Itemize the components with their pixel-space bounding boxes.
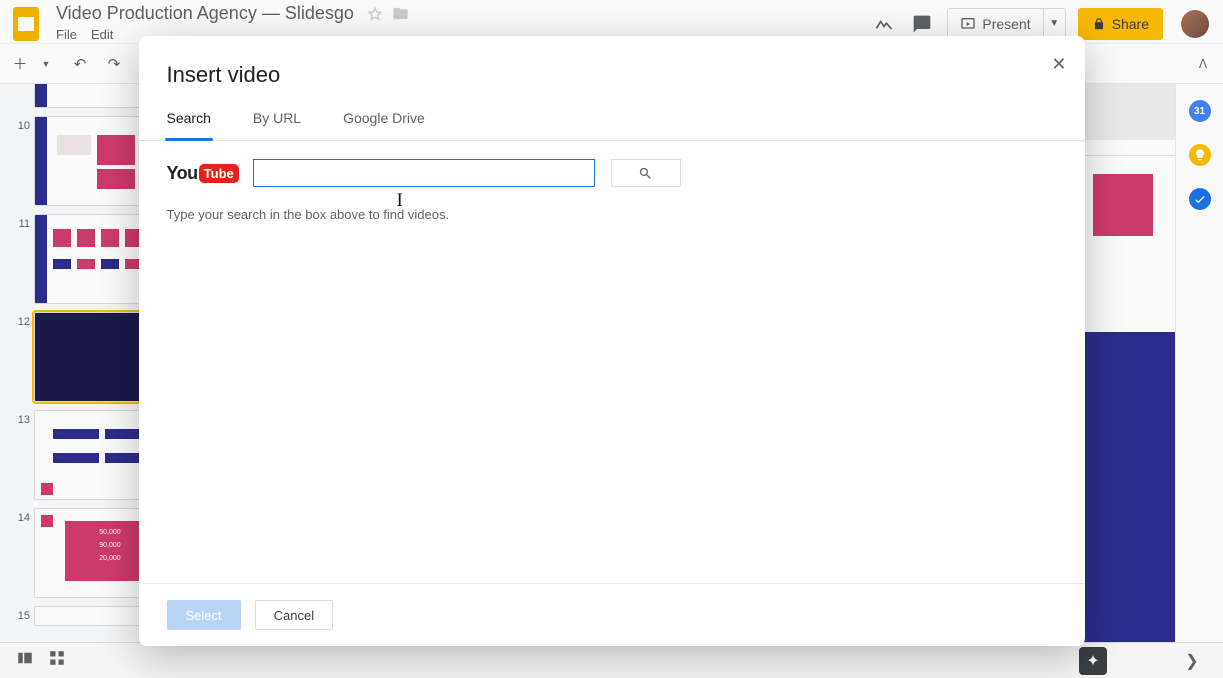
insert-video-dialog: ✕ Insert video Search By URL Google Driv… bbox=[139, 36, 1085, 646]
video-search-input[interactable] bbox=[253, 159, 595, 187]
cancel-button[interactable]: Cancel bbox=[255, 600, 333, 630]
dialog-tabs: Search By URL Google Drive bbox=[139, 98, 1085, 141]
modal-backdrop: ✕ Insert video Search By URL Google Driv… bbox=[0, 0, 1223, 678]
search-button[interactable] bbox=[611, 159, 681, 187]
youtube-logo: You Tube bbox=[167, 163, 239, 184]
dialog-footer: Select Cancel bbox=[139, 583, 1085, 646]
tab-google-drive[interactable]: Google Drive bbox=[343, 98, 425, 140]
dialog-title: Insert video bbox=[139, 36, 1085, 98]
search-icon bbox=[638, 166, 653, 181]
close-icon[interactable]: ✕ bbox=[1051, 54, 1066, 75]
search-hint: Type your search in the box above to fin… bbox=[139, 193, 1085, 222]
tab-search[interactable]: Search bbox=[167, 98, 211, 140]
tab-by-url[interactable]: By URL bbox=[253, 98, 301, 140]
select-button[interactable]: Select bbox=[167, 600, 241, 630]
